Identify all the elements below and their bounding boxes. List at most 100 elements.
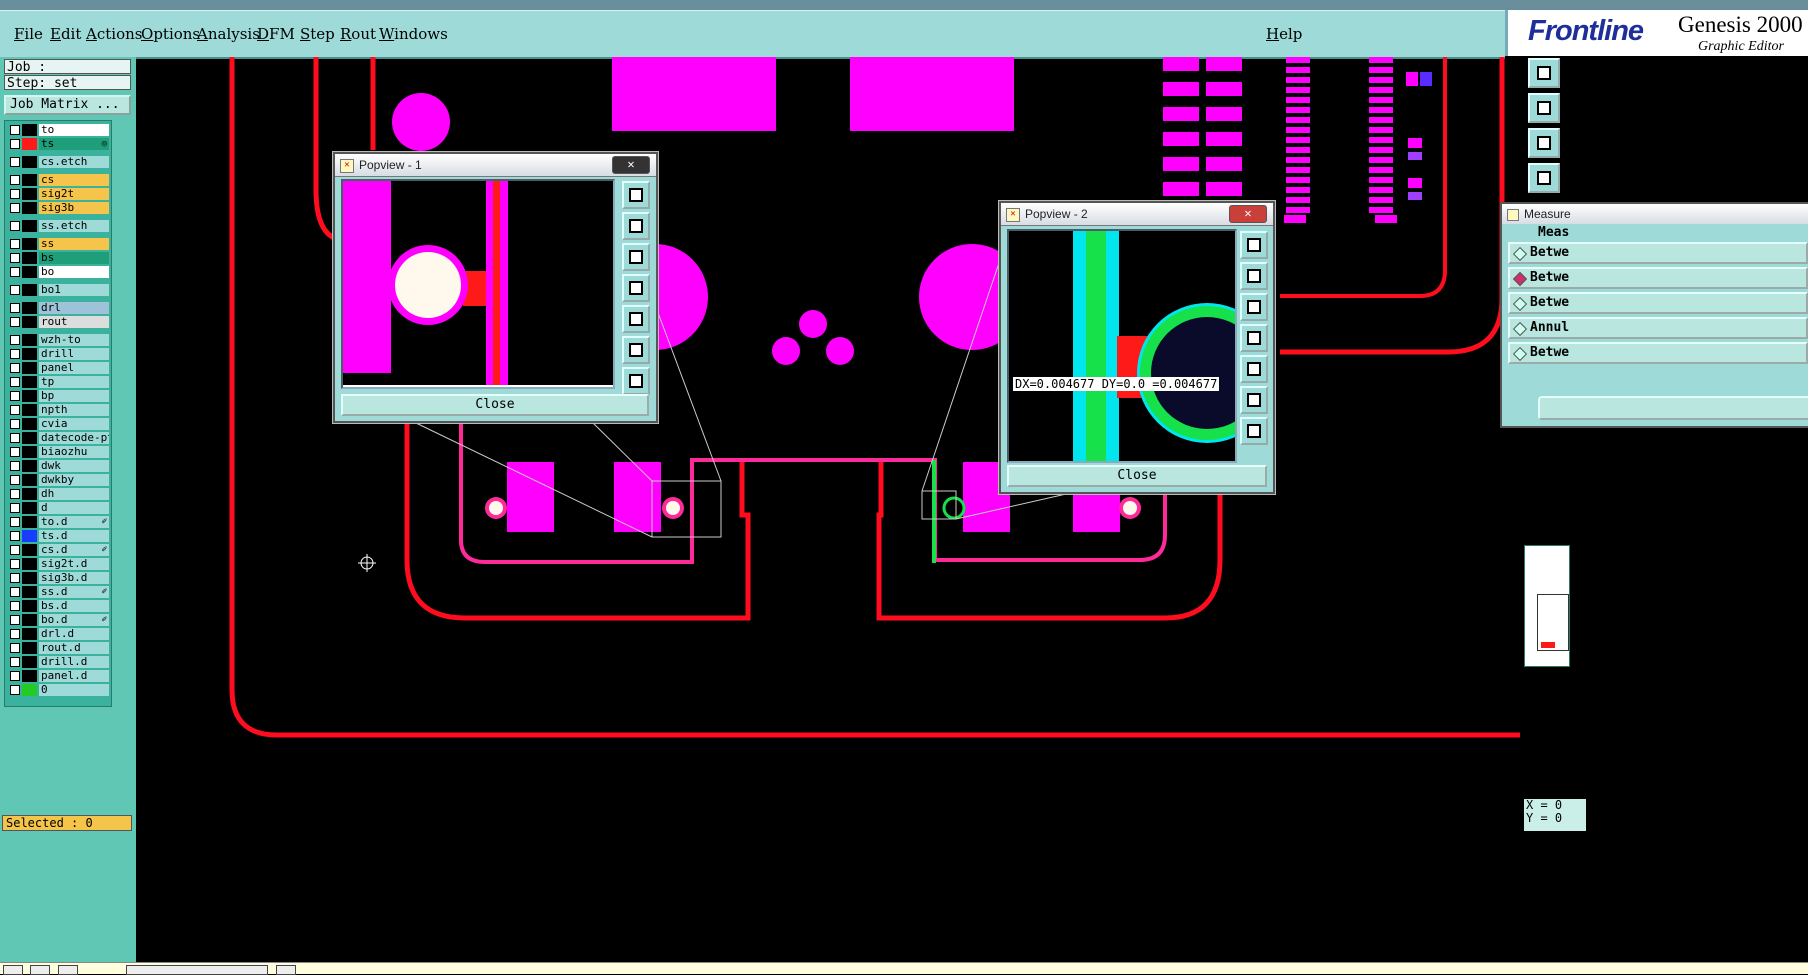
layer-checkbox[interactable] <box>10 559 20 569</box>
layer-color-swatch[interactable] <box>22 656 37 668</box>
layer-color-swatch[interactable] <box>22 138 37 150</box>
close-icon[interactable]: ✕ <box>1229 205 1267 223</box>
layer-row[interactable]: cs <box>7 174 109 186</box>
layer-name[interactable]: drl <box>39 302 109 314</box>
layer-color-swatch[interactable] <box>22 418 37 430</box>
layer-name[interactable]: tp <box>39 376 109 388</box>
measure-window[interactable]: Measure Meas Betwe Betwe Betwe Annul Bet… <box>1500 202 1808 428</box>
layer-name[interactable]: to <box>39 124 109 136</box>
measure-option-annular[interactable]: Annul <box>1508 317 1808 339</box>
popview-1-window[interactable]: Popview - 1 ✕ ✕ Close <box>333 152 658 423</box>
layer-row[interactable]: cs.etch <box>7 156 109 168</box>
layer-row[interactable]: sig2t.d <box>7 558 109 570</box>
layer-row[interactable]: bo1 <box>7 284 109 296</box>
layer-color-swatch[interactable] <box>22 252 37 264</box>
layer-checkbox[interactable] <box>10 573 20 583</box>
popview-2-window[interactable]: Popview - 2 ✕ ✕ DX=0.004677 DY=0.0 =0.00… <box>999 201 1275 494</box>
layer-name[interactable]: bs.d <box>39 600 109 612</box>
layer-checkbox[interactable] <box>10 125 20 135</box>
pan-down-button[interactable] <box>1240 293 1268 321</box>
menu-rout[interactable]: Rout <box>340 25 376 43</box>
layer-name[interactable]: ss <box>39 238 109 250</box>
layer-checkbox[interactable] <box>10 419 20 429</box>
layer-name[interactable]: d <box>39 502 109 514</box>
layer-name[interactable]: 0 <box>39 684 109 696</box>
layer-checkbox[interactable] <box>10 671 20 681</box>
layer-color-swatch[interactable] <box>22 334 37 346</box>
layer-color-swatch[interactable] <box>22 220 37 232</box>
layer-row[interactable]: sig2t <box>7 188 109 200</box>
layer-name[interactable]: cs.d <box>39 544 109 556</box>
layer-checkbox[interactable] <box>10 475 20 485</box>
layer-color-swatch[interactable] <box>22 432 37 444</box>
layer-name[interactable]: panel <box>39 362 109 374</box>
layer-checkbox[interactable] <box>10 189 20 199</box>
layer-checkbox[interactable] <box>10 391 20 401</box>
layer-name[interactable]: cs.etch <box>39 156 109 168</box>
layer-row[interactable]: drl <box>7 302 109 314</box>
layer-name[interactable]: ts.d <box>39 530 109 542</box>
layer-row[interactable]: d <box>7 502 109 514</box>
layer-color-swatch[interactable] <box>22 202 37 214</box>
layer-color-swatch[interactable] <box>22 628 37 640</box>
layer-checkbox[interactable] <box>10 531 20 541</box>
menu-actions[interactable]: Actions <box>86 25 142 43</box>
status-button[interactable] <box>276 965 296 975</box>
layer-checkbox[interactable] <box>10 335 20 345</box>
measure-option-between-selected[interactable]: Betwe <box>1508 267 1808 289</box>
minimap[interactable] <box>1524 545 1570 667</box>
layer-checkbox[interactable] <box>10 503 20 513</box>
popview-1-view[interactable] <box>341 179 615 389</box>
layer-name[interactable]: sig2t <box>39 188 109 200</box>
layer-checkbox[interactable] <box>10 253 20 263</box>
layer-row[interactable]: panel.d <box>7 670 109 682</box>
layer-name[interactable]: ts <box>39 138 109 150</box>
layer-name[interactable]: dwk <box>39 460 109 472</box>
job-matrix-button[interactable]: Job Matrix ... <box>4 95 131 115</box>
layer-color-swatch[interactable] <box>22 348 37 360</box>
layer-color-swatch[interactable] <box>22 174 37 186</box>
layer-checkbox[interactable] <box>10 203 20 213</box>
right-tool-button[interactable] <box>1528 128 1560 158</box>
layer-row[interactable]: sig3b.d <box>7 572 109 584</box>
layer-color-swatch[interactable] <box>22 684 37 696</box>
layer-checkbox[interactable] <box>10 461 20 471</box>
layer-color-swatch[interactable] <box>22 586 37 598</box>
right-tool-button[interactable] <box>1528 93 1560 123</box>
layer-row[interactable]: tp <box>7 376 109 388</box>
layer-color-swatch[interactable] <box>22 404 37 416</box>
layer-checkbox[interactable] <box>10 405 20 415</box>
layer-name[interactable]: bs <box>39 252 109 264</box>
layer-checkbox[interactable] <box>10 349 20 359</box>
layer-row[interactable]: 0 <box>7 684 109 696</box>
layer-color-swatch[interactable] <box>22 460 37 472</box>
layer-row[interactable]: cs.d ✐ <box>7 544 109 556</box>
layer-color-swatch[interactable] <box>22 474 37 486</box>
layer-row[interactable]: drill <box>7 348 109 360</box>
layer-row[interactable]: rout.d <box>7 642 109 654</box>
layer-name[interactable]: wzh-to <box>39 334 109 346</box>
layer-checkbox[interactable] <box>10 303 20 313</box>
layer-checkbox[interactable] <box>10 363 20 373</box>
pan-right-button[interactable] <box>1240 355 1268 383</box>
status-button[interactable] <box>58 965 78 975</box>
measure-option-between[interactable]: Betwe <box>1508 342 1808 364</box>
layer-color-swatch[interactable] <box>22 124 37 136</box>
layer-row[interactable]: ts ◎ <box>7 138 109 150</box>
zoom-fit-button[interactable] <box>622 181 650 209</box>
layer-checkbox[interactable] <box>10 221 20 231</box>
layer-row[interactable]: to <box>7 124 109 136</box>
right-tool-button[interactable] <box>1528 163 1560 193</box>
layer-checkbox[interactable] <box>10 517 20 527</box>
layer-color-swatch[interactable] <box>22 188 37 200</box>
layer-color-swatch[interactable] <box>22 376 37 388</box>
layer-row[interactable]: bp <box>7 390 109 402</box>
layer-name[interactable]: sig3b.d <box>39 572 109 584</box>
layer-row[interactable]: wzh-to <box>7 334 109 346</box>
layer-color-swatch[interactable] <box>22 642 37 654</box>
layer-color-swatch[interactable] <box>22 488 37 500</box>
layer-checkbox[interactable] <box>10 587 20 597</box>
layer-checkbox[interactable] <box>10 615 20 625</box>
layer-checkbox[interactable] <box>10 643 20 653</box>
layer-color-swatch[interactable] <box>22 390 37 402</box>
